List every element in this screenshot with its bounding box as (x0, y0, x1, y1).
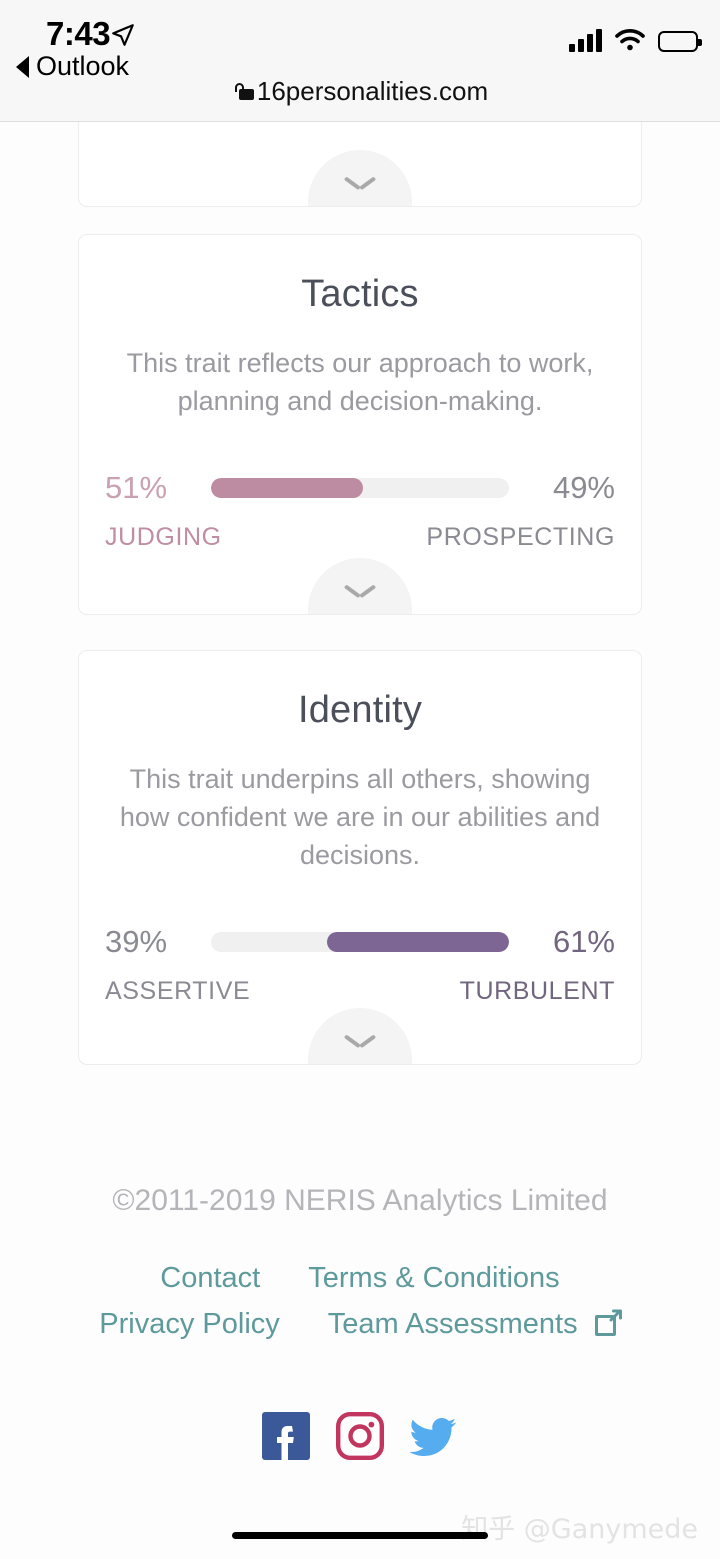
home-indicator (232, 1532, 488, 1539)
cellular-signal-icon (569, 28, 602, 52)
meter-track-identity (211, 932, 509, 952)
card-description-identity: This trait underpins all others, showing… (119, 764, 601, 870)
meter-fill-tactics (211, 478, 363, 498)
trait-label-left-identity: ASSERTIVE (105, 977, 251, 1005)
footer-link-team-assessments-label: Team Assessments (327, 1308, 578, 1340)
footer-link-privacy[interactable]: Privacy Policy (99, 1308, 280, 1341)
trait-label-right-tactics: PROSPECTING (426, 523, 615, 551)
footer-links: Contact Terms & Conditions Privacy Polic… (0, 1262, 720, 1354)
trait-card-partial (78, 122, 642, 207)
percent-right-identity: 61% (552, 924, 615, 959)
status-time: 7:43 (46, 15, 111, 52)
percent-left-identity: 39% (105, 924, 168, 959)
footer-link-team-assessments[interactable]: Team Assessments (327, 1308, 622, 1341)
copyright-text: ©2011-2019 NERIS Analytics Limited (112, 1184, 608, 1217)
external-link-icon (594, 1309, 622, 1336)
url-bar[interactable]: 16personalities.com (0, 76, 720, 107)
expand-button-tactics[interactable] (308, 558, 412, 614)
instagram-icon[interactable] (336, 1412, 384, 1460)
footer-link-contact[interactable]: Contact (160, 1262, 260, 1295)
trait-label-left-tactics: JUDGING (105, 523, 222, 551)
percent-right-tactics: 49% (552, 470, 615, 505)
chevron-down-icon (345, 584, 375, 600)
wifi-icon (615, 29, 645, 51)
footer-links-row-1: Contact Terms & Conditions (0, 1262, 720, 1295)
location-arrow-icon (112, 24, 134, 46)
trait-card-identity: Identity This trait underpins all others… (78, 650, 642, 1065)
trait-meter-identity: 39% 61% (79, 924, 641, 960)
status-indicators (569, 28, 702, 52)
trait-labels-identity: ASSERTIVE TURBULENT (79, 977, 641, 1006)
expand-button-partial[interactable] (308, 150, 412, 206)
watermark: 知乎 @Ganymede (461, 1514, 698, 1545)
twitter-icon[interactable] (410, 1412, 458, 1460)
trait-labels-tactics: JUDGING PROSPECTING (79, 523, 641, 552)
percent-left-tactics: 51% (105, 470, 168, 505)
facebook-icon[interactable] (262, 1412, 310, 1460)
back-triangle-icon (16, 55, 29, 78)
trait-meter-tactics: 51% 49% (79, 470, 641, 506)
url-text: 16personalities.com (256, 76, 489, 106)
card-title-tactics: Tactics (301, 273, 419, 315)
footer-links-row-2: Privacy Policy Team Assessments (0, 1308, 720, 1341)
trait-label-right-identity: TURBULENT (459, 977, 615, 1005)
card-description-tactics: This trait reflects our approach to work… (126, 348, 594, 416)
chevron-down-icon (345, 176, 375, 192)
meter-track-tactics (211, 478, 509, 498)
lock-icon (232, 83, 255, 100)
expand-button-identity[interactable] (308, 1008, 412, 1064)
trait-card-tactics: Tactics This trait reflects our approach… (78, 234, 642, 615)
meter-fill-identity (327, 932, 509, 952)
social-links (0, 1412, 720, 1460)
page-content: Tactics This trait reflects our approach… (0, 122, 720, 1559)
footer-link-terms[interactable]: Terms & Conditions (308, 1262, 559, 1295)
chevron-down-icon (345, 1034, 375, 1050)
card-title-identity: Identity (297, 689, 423, 731)
battery-icon (658, 31, 702, 52)
status-bar: 7:43 Outlook 16personalities.com (0, 0, 720, 122)
